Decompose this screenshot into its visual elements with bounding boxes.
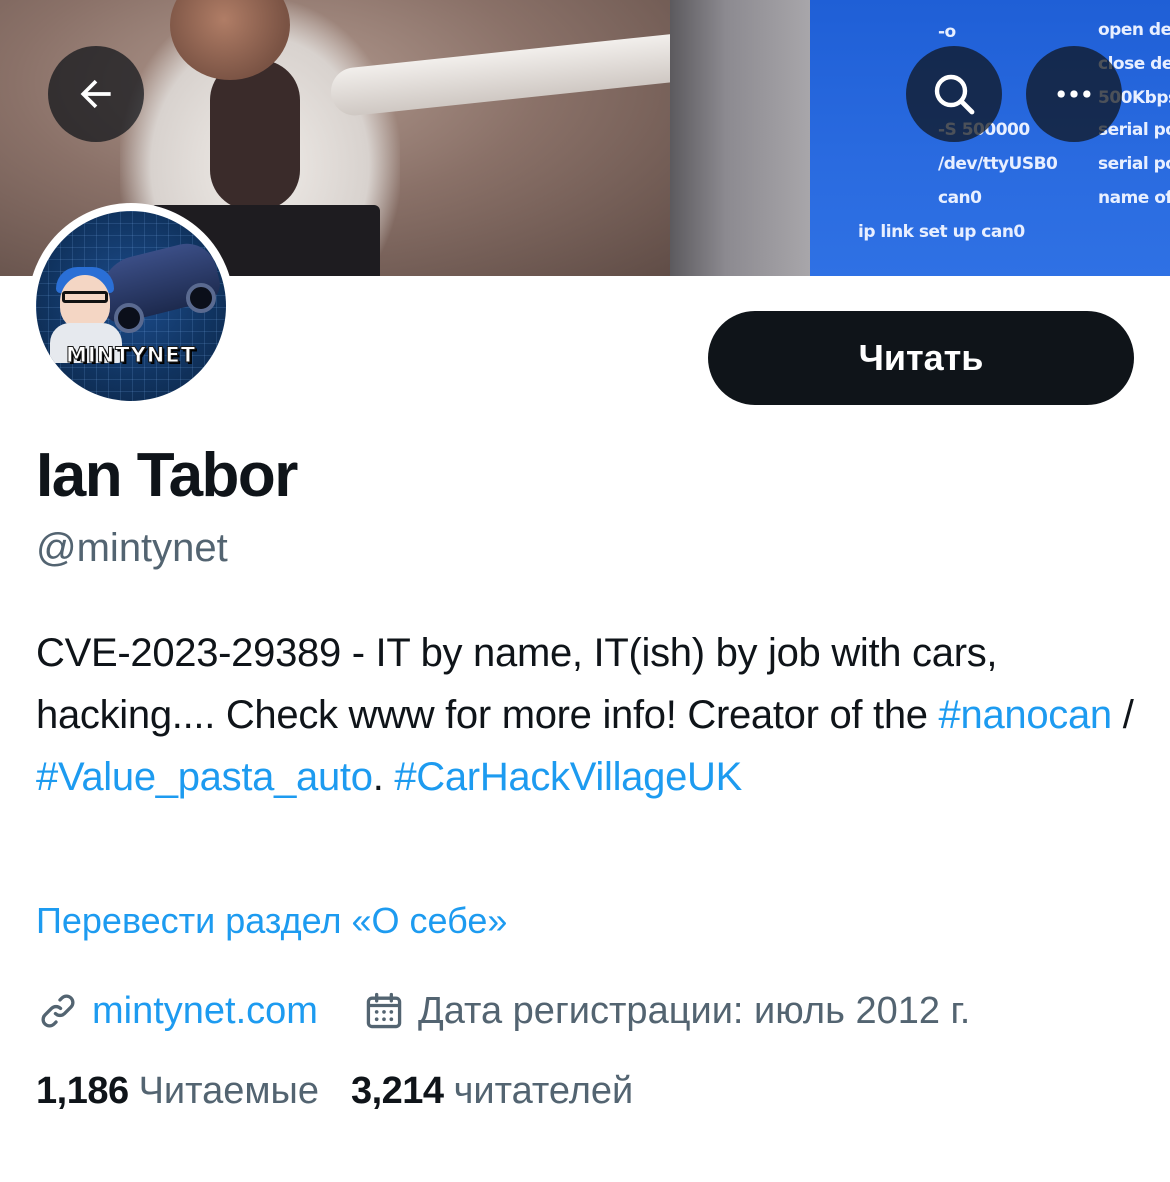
avatar-logo-text: MINTYNET [65,343,197,368]
screen-text: name of [1098,188,1170,208]
bio-text: . [372,755,395,799]
banner-projector-screen: -o -S 500000 /dev/ttyUSB0 can0 ip link s… [810,0,1170,276]
hashtag-link[interactable]: #nanocan [939,693,1113,737]
avatar-character-glasses [62,291,108,303]
avatar[interactable]: MINTYNET [36,211,226,401]
hashtag-link[interactable]: #CarHackVillageUK [394,755,742,799]
hashtag-link[interactable]: #Value_pasta_auto [36,755,373,799]
link-icon [36,989,80,1033]
screen-text: can0 [938,188,982,208]
banner-wall-panel [670,0,810,276]
screen-text: open de [1098,20,1170,40]
search-button[interactable] [906,46,1002,142]
banner-person-shirt [210,60,300,210]
more-button[interactable] [1026,46,1122,142]
calendar-icon [362,989,406,1033]
avatar-car-wheel [186,283,216,313]
website-link[interactable]: mintynet.com [92,990,318,1033]
arrow-left-icon [80,79,111,109]
profile-bio: CVE-2023-29389 - IT by name, IT(ish) by … [36,622,1136,808]
followers-count: 3,214 [350,1070,444,1112]
screen-text: serial po [1098,154,1170,174]
following-count: 1,186 [36,1070,129,1112]
bio-text: / [1111,693,1134,737]
more-horizontal-icon [1057,90,1091,98]
bio-text: CVE-2023-29389 - IT by name, IT(ish) by … [36,631,998,737]
back-button[interactable] [48,46,144,142]
screen-text: -o [938,22,956,42]
avatar-car-wheel [114,303,144,333]
joined-date: Дата регистрации: июль 2012 г. [417,989,971,1032]
website-item[interactable]: mintynet.com [36,989,318,1033]
translate-bio-link[interactable]: Перевести раздел «О себе» [36,900,507,942]
screen-text: /dev/ttyUSB0 [938,154,1058,174]
profile-name: Ian Tabor [36,441,298,510]
follow-button[interactable]: Читать [708,311,1134,405]
followers-stat[interactable]: 3,214 читателей [351,1070,633,1113]
following-stat[interactable]: 1,186 Читаемые [36,1070,319,1113]
followers-label: читателей [453,1070,634,1112]
profile-handle: @mintynet [36,526,228,570]
follow-stats: 1,186 Читаемые 3,214 читателей [36,1070,633,1113]
joined-item: Дата регистрации: июль 2012 г. [362,989,970,1033]
screen-text: ip link set up can0 [858,222,1025,242]
search-icon [934,74,975,115]
profile-meta: mintynet.com Дата регистрации: июль 2012… [36,986,970,1036]
following-label: Читаемые [138,1070,319,1112]
